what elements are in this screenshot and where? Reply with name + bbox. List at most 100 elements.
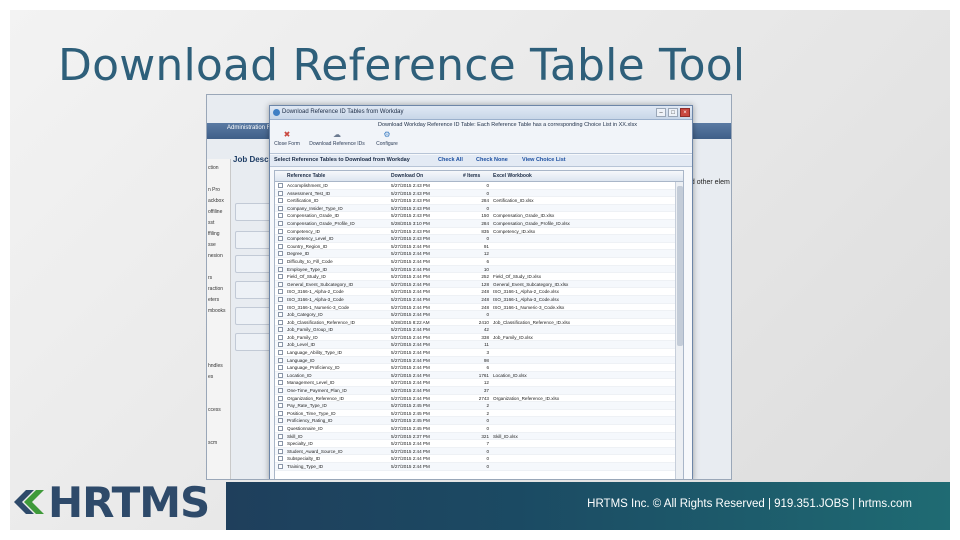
row-checkbox[interactable] [278, 410, 283, 416]
row-checkbox[interactable] [278, 220, 283, 226]
row-checkbox[interactable] [278, 190, 283, 196]
row-checkbox[interactable] [278, 213, 283, 219]
column-items[interactable]: # Items [463, 173, 480, 179]
table-row[interactable]: Language_Ability_Type_ID 5/27/2015 2:44 P… [275, 349, 683, 357]
table-row[interactable]: ISO_3166-1_Numeric-3_Code 5/27/2015 2:44 … [275, 304, 683, 312]
row-checkbox[interactable] [278, 319, 283, 325]
check-all-link[interactable]: Check All [438, 157, 463, 163]
table-row[interactable]: Competency_Level_ID 5/27/2015 2:43 PM 0 [275, 235, 683, 243]
table-row[interactable]: Country_Region_ID 5/27/2015 2:44 PM 91 [275, 243, 683, 251]
row-checkbox[interactable] [278, 205, 283, 211]
download-date: 5/27/2015 2:43 PM [391, 205, 430, 211]
table-row[interactable]: Job_Category_ID 5/27/2015 2:44 PM 0 [275, 311, 683, 319]
table-row[interactable]: Field_Of_Study_ID 5/27/2015 2:44 PM 252 Fie… [275, 273, 683, 281]
close-form-button[interactable]: ✖ Close Form [274, 131, 300, 151]
maximize-button[interactable]: □ [668, 108, 678, 117]
table-row[interactable]: Questionnaire_ID 5/27/2015 2:45 PM 0 [275, 425, 683, 433]
row-checkbox[interactable] [278, 357, 283, 363]
table-row[interactable]: Company_Insider_Type_ID 5/27/2015 2:43 PM… [275, 204, 683, 213]
table-row[interactable]: Job_Classification_Reference_ID 5/28/2015… [275, 319, 683, 327]
download-date: 5/27/2015 2:44 PM [391, 266, 430, 272]
minimize-button[interactable]: – [656, 108, 666, 117]
vertical-scrollbar[interactable] [675, 182, 683, 479]
table-row[interactable]: Employee_Type_ID 5/27/2015 2:44 PM 10 [275, 265, 683, 274]
close-button[interactable]: × [680, 108, 690, 117]
table-row[interactable]: Subspecialty_ID 5/27/2015 2:44 PM 0 [275, 455, 683, 463]
row-checkbox[interactable] [278, 243, 283, 249]
row-checkbox[interactable] [278, 441, 283, 447]
row-checkbox[interactable] [278, 183, 283, 188]
row-checkbox[interactable] [278, 304, 283, 310]
row-checkbox[interactable] [278, 296, 283, 302]
row-checkbox[interactable] [278, 456, 283, 462]
row-checkbox[interactable] [278, 251, 283, 257]
table-row[interactable]: Training_Type_ID 5/27/2015 2:44 PM 0 [275, 462, 683, 471]
table-row[interactable]: Job_Family_Group_ID 5/27/2015 2:44 PM 42 [275, 326, 683, 334]
table-row[interactable]: ISO_3166-1_Alpha-2_Code 5/27/2015 2:44 PM… [275, 288, 683, 296]
hrtms-logo: HRTMS [10, 476, 220, 527]
table-row[interactable]: Organization_Reference_ID 5/27/2015 2:44 … [275, 395, 683, 403]
row-checkbox[interactable] [278, 388, 283, 394]
table-row[interactable]: Job_Level_ID 5/27/2015 2:44 PM 11 [275, 341, 683, 350]
reference-table-name: Job_Classification_Reference_ID [287, 319, 355, 325]
row-checkbox[interactable] [278, 274, 283, 280]
scrollbar-thumb[interactable] [677, 186, 683, 346]
row-checkbox[interactable] [278, 312, 283, 318]
table-row[interactable]: Language_ID 5/27/2015 2:44 PM 98 [275, 356, 683, 365]
table-row[interactable]: Competency_ID 5/27/2015 2:43 PM 835 Compete… [275, 228, 683, 236]
table-row[interactable]: Location_ID 5/27/2015 2:44 PM 1761 Location… [275, 371, 683, 380]
row-checkbox[interactable] [278, 395, 283, 401]
row-checkbox[interactable] [278, 418, 283, 424]
row-checkbox[interactable] [278, 281, 283, 287]
view-choice-list-link[interactable]: View Choice List [522, 157, 566, 163]
row-checkbox[interactable] [278, 372, 283, 378]
configure-button[interactable]: ⚙ Configure [374, 131, 400, 151]
table-row[interactable]: Compensation_Grade_Profile_ID 5/28/2015 3… [275, 219, 683, 228]
dialog-titlebar[interactable]: Download Reference ID Tables from Workda… [270, 106, 692, 120]
column-excel-workbook[interactable]: Excel Workbook [493, 173, 532, 179]
download-date: 5/27/2015 2:43 PM [391, 183, 430, 188]
table-row[interactable]: ISO_3166-1_Alpha-3_Code 5/27/2015 2:44 PM… [275, 295, 683, 304]
table-row[interactable]: Pay_Rate_Type_ID 5/27/2015 2:45 PM 2 [275, 402, 683, 410]
row-checkbox[interactable] [278, 327, 283, 333]
row-checkbox[interactable] [278, 403, 283, 409]
table-row[interactable]: Difficulty_to_Fill_Code 5/27/2015 2:44 PM… [275, 258, 683, 266]
table-row[interactable]: General_Event_Subcategory_ID 5/27/2015 2:… [275, 280, 683, 289]
row-checkbox[interactable] [278, 236, 283, 242]
row-checkbox[interactable] [278, 228, 283, 234]
row-checkbox[interactable] [278, 198, 283, 204]
table-row[interactable]: Proficiency_Rating_ID 5/27/2015 2:45 PM 0 [275, 417, 683, 425]
row-checkbox[interactable] [278, 448, 283, 454]
reference-table-name: Proficiency_Rating_ID [287, 418, 333, 424]
table-row[interactable]: Certification_ID 5/27/2015 2:43 PM 284 Cert… [275, 197, 683, 205]
row-checkbox[interactable] [278, 334, 283, 340]
table-row[interactable]: Student_Award_Source_ID 5/27/2015 2:44 PM… [275, 447, 683, 456]
row-checkbox[interactable] [278, 342, 283, 348]
table-row[interactable]: Degree_ID 5/27/2015 2:44 PM 12 [275, 250, 683, 258]
row-checkbox[interactable] [278, 365, 283, 371]
column-download-on[interactable]: Download On [391, 173, 423, 179]
table-row[interactable]: Skill_ID 5/27/2015 2:37 PM 321 Skill_ID.xls… [275, 432, 683, 441]
table-row[interactable]: Specialty_ID 5/27/2015 2:44 PM 7 [275, 440, 683, 448]
check-none-link[interactable]: Check None [476, 157, 508, 163]
download-reference-ids-button[interactable]: ☁ Download Reference IDs [304, 131, 370, 151]
row-checkbox[interactable] [278, 463, 283, 469]
row-checkbox[interactable] [278, 426, 283, 431]
table-row[interactable]: Language_Proficiency_ID 5/27/2015 2:44 PM… [275, 364, 683, 372]
row-checkbox[interactable] [278, 258, 283, 264]
grid-header: Reference Table Download On # Items Exce… [275, 171, 683, 182]
table-row[interactable]: Assessment_Test_ID 5/27/2015 2:43 PM 0 [275, 189, 683, 198]
row-checkbox[interactable] [278, 433, 283, 439]
table-row[interactable]: Accomplishment_ID 5/27/2015 2:43 PM 0 [275, 182, 683, 190]
row-checkbox[interactable] [278, 380, 283, 386]
row-checkbox[interactable] [278, 289, 283, 295]
table-row[interactable]: Compensation_Grade_ID 5/27/2015 2:43 PM 15… [275, 212, 683, 220]
row-checkbox[interactable] [278, 350, 283, 356]
table-row[interactable]: Position_Time_Type_ID 5/27/2015 2:45 PM 2 [275, 410, 683, 418]
table-row[interactable]: Management_Level_ID 5/27/2015 2:44 PM 12 [275, 379, 683, 388]
row-checkbox[interactable] [278, 266, 283, 272]
reference-table-name: Job_Category_ID [287, 312, 323, 318]
table-row[interactable]: Job_Family_ID 5/27/2015 2:44 PM 338 Job_Fam… [275, 334, 683, 342]
table-row[interactable]: One-Time_Payment_Plan_ID 5/27/2015 2:44 P… [275, 387, 683, 395]
column-reference-table[interactable]: Reference Table [287, 173, 325, 179]
